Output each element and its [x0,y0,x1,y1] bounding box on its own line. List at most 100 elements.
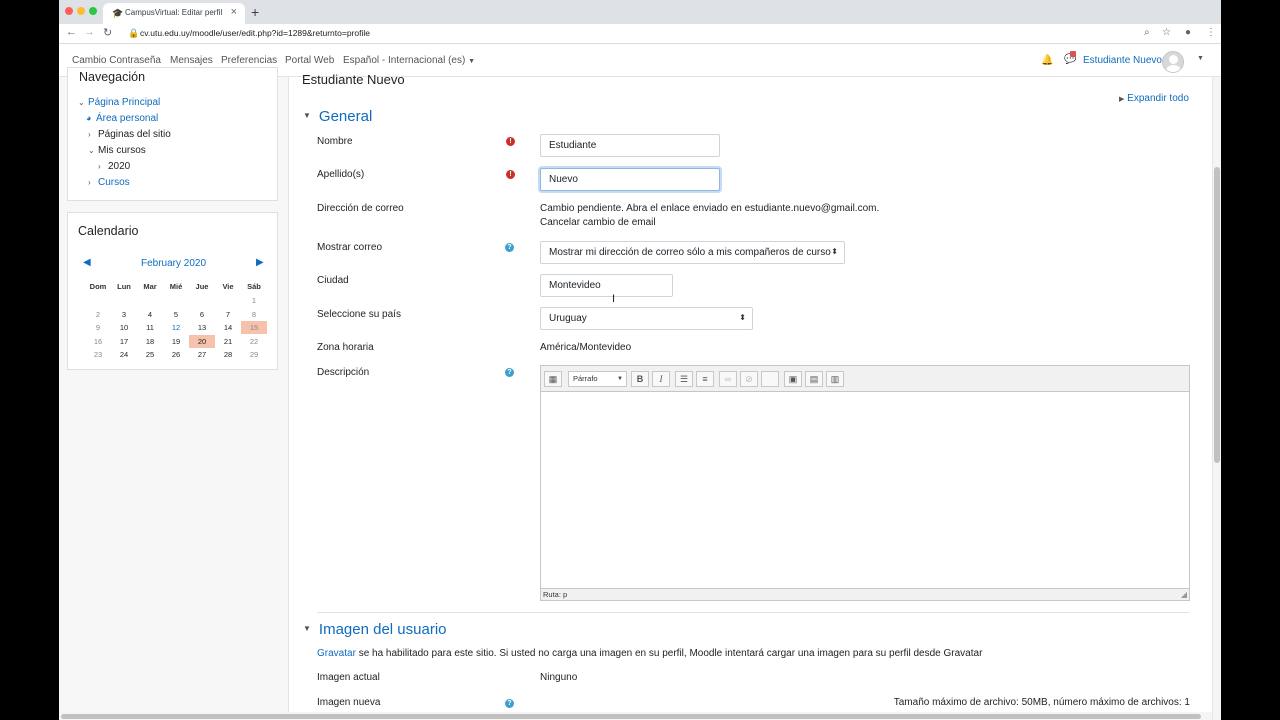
zoom-icon[interactable]: ⌕ [1144,27,1150,38]
calendar-day[interactable]: 9 [85,321,111,334]
italic-icon[interactable]: I [652,371,670,387]
calendar-day[interactable]: 7 [215,308,241,321]
calendar-day[interactable]: 18 [137,335,163,348]
browser-menu-icon[interactable]: ⋮ [1206,27,1216,38]
calendar-day[interactable]: 29 [241,348,267,361]
avatar[interactable] [1162,51,1184,73]
help-icon[interactable]: ? [505,243,514,252]
unlink-icon[interactable]: ⊘ [740,371,758,387]
calendar-day[interactable]: 24 [111,348,137,361]
nav-cambio-contrasena[interactable]: Cambio Contraseña [72,55,161,66]
apellido-input[interactable]: Nuevo [540,168,720,191]
pais-select[interactable]: Uruguay [540,307,753,330]
next-month-icon[interactable]: ▶ [256,257,264,268]
vertical-scrollbar[interactable] [1212,77,1221,720]
bold-icon[interactable]: B [631,371,649,387]
cancel-email-change-link[interactable]: Cancelar cambio de email [540,217,656,228]
emoticon-icon[interactable] [761,371,779,387]
calendar-day[interactable]: 20 [189,334,215,348]
file-manager-icon[interactable]: ▥ [826,371,844,387]
calendar-day[interactable]: 25 [137,348,163,361]
bookmark-star-icon[interactable]: ☆ [1162,27,1171,38]
reload-icon[interactable]: ↻ [103,26,112,39]
mostrar-correo-select[interactable]: Mostrar mi dirección de correo sólo a mi… [540,241,845,264]
gravatar-link[interactable]: Gravatar [317,648,356,659]
new-tab-icon[interactable]: + [251,4,259,20]
user-name[interactable]: Estudiante Nuevo [1083,55,1162,66]
media-icon[interactable]: ▤ [805,371,823,387]
calendar-day[interactable]: 10 [111,321,137,334]
profile-icon[interactable]: ● [1185,27,1191,38]
calendar-day[interactable]: 26 [163,348,189,361]
calendar-day[interactable]: 14 [215,321,241,334]
sidebar-item-paginas-sitio[interactable]: › Páginas del sitio [88,129,171,140]
lock-icon[interactable]: 🔒 [128,28,139,39]
horizontal-scrollbar[interactable] [59,712,1212,720]
calendar-day[interactable]: 17 [111,335,137,348]
user-menu-caret-icon[interactable]: ▼ [1197,55,1204,62]
nombre-input[interactable]: Estudiante [540,134,720,157]
sidebar-item-mis-cursos[interactable]: ⌄ Mis cursos [88,145,146,156]
calendar-day[interactable]: 28 [215,348,241,361]
section-imagen-header[interactable]: ▼ Imagen del usuario [303,621,447,638]
format-dropdown[interactable]: Párrafo [568,371,627,387]
left-sidebar: Navegación ⌄ Página Principal ◕ Área perso… [59,67,289,720]
url-field[interactable]: cv.utu.edu.uy/moodle/user/edit.php?id=12… [140,28,370,38]
maximize-window-button[interactable] [89,7,97,15]
calendar-day[interactable]: 12 [163,321,189,334]
close-window-button[interactable] [65,7,73,15]
help-icon[interactable]: ? [505,699,514,708]
ciudad-input[interactable]: Montevideo [540,274,673,297]
resize-grip-icon[interactable]: ◢ [1181,590,1187,599]
image-icon[interactable]: ▣ [784,371,802,387]
descripcion-label: Descripción [317,367,370,378]
calendar-day[interactable]: 4 [137,308,163,321]
sidebar-item-cursos[interactable]: › Cursos [88,177,130,188]
calendar-day-header: Mié [169,282,183,291]
page-title: Estudiante Nuevo [302,72,405,87]
calendar-day[interactable]: 23 [85,348,111,361]
nav-mensajes[interactable]: Mensajes [170,55,213,66]
calendar-month[interactable]: February 2020 [141,258,206,269]
toolbar-toggle-icon[interactable]: ▦ [544,371,562,387]
minimize-window-button[interactable] [77,7,85,15]
language-menu[interactable]: Español - Internacional (es) ▼ [343,55,475,66]
calendar-day[interactable]: 8 [241,308,267,321]
help-icon[interactable]: ? [505,368,514,377]
calendar-day[interactable]: 22 [241,335,267,348]
calendar-day[interactable]: 1 [241,294,267,307]
calendar-day[interactable]: 5 [163,308,189,321]
calendar-day[interactable]: 6 [189,308,215,321]
scroll-thumb[interactable] [61,714,1201,719]
expand-all-link[interactable]: ▶ Expandir todo [1119,93,1189,104]
gravatar-note: Gravatar se ha habilitado para este siti… [317,648,983,659]
nav-portal-web[interactable]: Portal Web [285,55,334,66]
section-general-header[interactable]: ▼ General [303,108,372,125]
sidebar-item-pagina-principal[interactable]: ⌄ Página Principal [78,97,160,108]
editor-textarea[interactable] [541,393,1189,588]
prev-month-icon[interactable]: ◀ [83,257,91,268]
forward-icon[interactable]: → [84,26,95,38]
calendar-day[interactable]: 15 [241,321,267,335]
calendar-day[interactable]: 3 [111,308,137,321]
close-tab-icon[interactable]: × [231,6,237,18]
imagen-nueva-label: Imagen nueva [317,697,381,708]
nav-preferencias[interactable]: Preferencias [221,55,277,66]
calendar-day-header: Lun [117,282,131,291]
calendar-day[interactable]: 11 [137,321,163,334]
sidebar-item-2020[interactable]: › 2020 [98,161,130,172]
browser-tab[interactable]: 🎓 CampusVirtual: Editar perfil × [103,3,245,24]
scroll-thumb[interactable] [1214,167,1220,463]
bullet-list-icon[interactable]: ☰ [675,371,693,387]
calendar-day[interactable]: 16 [85,335,111,348]
calendar-day[interactable]: 13 [189,321,215,334]
calendar-day[interactable]: 27 [189,348,215,361]
calendar-day[interactable]: 2 [85,308,111,321]
calendar-day[interactable]: 19 [163,335,189,348]
notifications-bell-icon[interactable]: 🔔 [1041,55,1053,66]
sidebar-item-area-personal[interactable]: ◕ Área personal [86,113,158,124]
back-icon[interactable]: ← [66,26,77,38]
calendar-day[interactable]: 21 [215,335,241,348]
numbered-list-icon[interactable]: ≡ [696,371,714,387]
link-icon[interactable]: ∞ [719,371,737,387]
